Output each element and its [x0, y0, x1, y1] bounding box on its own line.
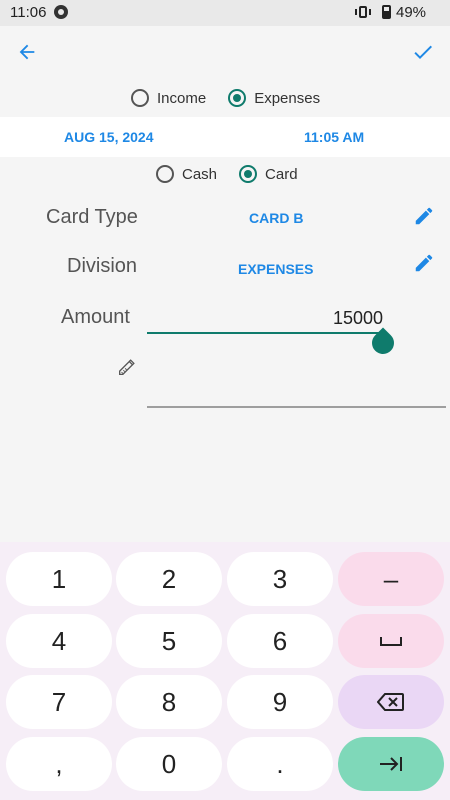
- date-time-bar: AUG 15, 2024 11:05 AM: [0, 117, 450, 157]
- radio-circle: [156, 165, 174, 183]
- key-minus[interactable]: –: [338, 552, 444, 606]
- amount-input[interactable]: 15000: [147, 304, 387, 334]
- confirm-button[interactable]: [403, 32, 443, 72]
- card-type-label: Card Type: [46, 206, 138, 228]
- edit-pencil-icon: [415, 254, 433, 272]
- status-time: 11:06: [10, 4, 47, 21]
- radio-circle: [228, 89, 247, 107]
- payment-method-group: Cash Card: [156, 165, 298, 183]
- radio-circle: [131, 89, 149, 107]
- key-2[interactable]: 2: [116, 552, 222, 606]
- cash-label: Cash: [182, 165, 218, 183]
- key-space[interactable]: [338, 614, 444, 668]
- memo-input[interactable]: [147, 350, 446, 406]
- space-icon: [380, 637, 402, 646]
- status-bar: 11:06 49%: [0, 0, 450, 26]
- edit-pencil-icon: [415, 207, 433, 225]
- top-toolbar: [0, 26, 450, 82]
- arrow-left-icon: [19, 44, 35, 60]
- card-label: Card: [265, 165, 298, 183]
- card-type-value[interactable]: CARD B: [249, 210, 303, 226]
- time-button[interactable]: 11:05 AM: [304, 129, 364, 145]
- edit-division-button[interactable]: [404, 243, 444, 283]
- settings-notification-icon: [54, 5, 68, 19]
- back-button[interactable]: [7, 32, 47, 72]
- check-icon: [414, 45, 432, 59]
- cash-radio[interactable]: Cash: [156, 165, 217, 183]
- vibrate-icon: [355, 6, 371, 18]
- key-6[interactable]: 6: [227, 614, 333, 668]
- income-radio[interactable]: Income: [131, 89, 206, 107]
- income-label: Income: [157, 89, 207, 107]
- amount-underline: [147, 332, 387, 334]
- battery-percent: 49%: [396, 4, 427, 21]
- battery-icon: [382, 5, 391, 19]
- expenses-label: Expenses: [254, 89, 321, 107]
- transaction-type-group: Income Expenses: [131, 89, 320, 107]
- key-7[interactable]: 7: [6, 675, 112, 729]
- pencil-icon: [119, 359, 135, 375]
- expenses-radio[interactable]: Expenses: [228, 89, 320, 107]
- division-value[interactable]: EXPENSES: [238, 261, 313, 277]
- edit-card-type-button[interactable]: [404, 196, 444, 236]
- amount-label: Amount: [61, 306, 130, 328]
- key-backspace[interactable]: [338, 675, 444, 729]
- card-radio[interactable]: Card: [239, 165, 298, 183]
- tab-next-icon: [380, 757, 402, 771]
- backspace-icon: [377, 693, 404, 711]
- division-label: Division: [67, 255, 138, 277]
- key-4[interactable]: 4: [6, 614, 112, 668]
- key-9[interactable]: 9: [227, 675, 333, 729]
- key-5[interactable]: 5: [116, 614, 222, 668]
- key-8[interactable]: 8: [116, 675, 222, 729]
- key-3[interactable]: 3: [227, 552, 333, 606]
- memo-underline: [147, 406, 446, 408]
- key-1[interactable]: 1: [6, 552, 112, 606]
- key-comma[interactable]: ,: [6, 737, 112, 791]
- amount-value: 15000: [332, 308, 383, 328]
- numeric-keypad: 1 2 3 – 4 5 6 7 8 9 , 0 .: [0, 542, 450, 800]
- memo-icon-wrap: [116, 356, 140, 380]
- key-next[interactable]: [338, 737, 444, 791]
- date-button[interactable]: AUG 15, 2024: [64, 129, 154, 145]
- key-0[interactable]: 0: [116, 737, 222, 791]
- radio-circle: [239, 165, 258, 183]
- key-period[interactable]: .: [227, 737, 333, 791]
